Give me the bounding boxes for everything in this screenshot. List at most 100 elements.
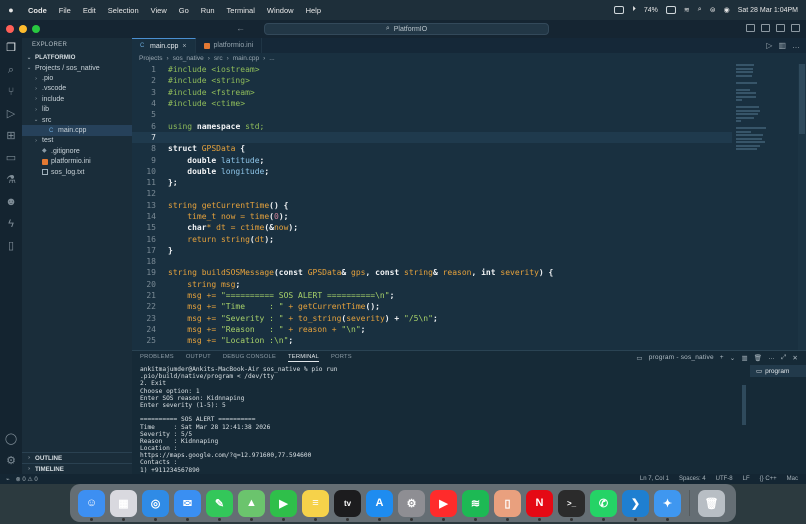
netflix-app-icon[interactable]: N: [526, 489, 553, 521]
code-line[interactable]: 14 time_t now = time(0);: [132, 211, 732, 222]
system-settings-app-icon[interactable]: ⚙: [398, 489, 425, 521]
code-line[interactable]: 25 msg += "Location :\n";: [132, 335, 732, 346]
tree-item[interactable]: › lib: [22, 105, 132, 115]
code-line[interactable]: 13 string getCurrentTime() {: [132, 200, 732, 211]
siri-icon[interactable]: ◉: [724, 6, 730, 14]
whatsapp-app-icon[interactable]: ✆: [590, 489, 617, 521]
tree-item[interactable]: › .vscode: [22, 84, 132, 94]
code-line[interactable]: 9 double latitude;: [132, 154, 732, 165]
bolt-icon[interactable]: ϟ: [5, 218, 18, 231]
code-line[interactable]: 12: [132, 188, 732, 199]
code-line[interactable]: 17}: [132, 245, 732, 256]
code-line[interactable]: 24 msg += "Reason : " + reason + "\n";: [132, 324, 732, 335]
code-line[interactable]: 2 #include <string>: [132, 75, 732, 86]
code-line[interactable]: 6 using namespace std;: [132, 120, 732, 131]
breadcrumb-item[interactable]: ...: [269, 55, 274, 62]
code-line[interactable]: 8 struct GPSData {: [132, 143, 732, 154]
account-icon[interactable]: ◯: [5, 433, 18, 446]
minimap[interactable]: [736, 64, 766, 150]
mail-app-icon[interactable]: ✉: [174, 489, 201, 521]
battery-icon[interactable]: [665, 6, 676, 14]
menu-item-code[interactable]: Code: [22, 6, 53, 15]
run-debug-icon[interactable]: ▷: [5, 108, 18, 121]
wifi-icon[interactable]: ≋: [684, 6, 690, 14]
problems-count[interactable]: ⊗ 0 ⚠ 0: [16, 476, 38, 483]
code-line[interactable]: 1 #include <iostream>: [132, 64, 732, 75]
control-center-icon[interactable]: ⊜: [710, 6, 716, 14]
spotify-app-icon[interactable]: ≋: [462, 489, 489, 521]
tree-item[interactable]: Cmain.cpp: [22, 125, 132, 136]
chevron-down-icon[interactable]: ⌄: [730, 354, 736, 362]
code-line[interactable]: 3 #include <fstream>: [132, 87, 732, 98]
search-icon[interactable]: ⌕: [5, 64, 18, 77]
trash-icon[interactable]: 🗑: [754, 354, 762, 362]
editor-scrollbar[interactable]: [798, 64, 806, 350]
terminal-scrollbar[interactable]: [742, 365, 746, 465]
status-item[interactable]: UTF-8: [716, 476, 733, 482]
code-line[interactable]: 21 msg += "========== SOS ALERT ========…: [132, 290, 732, 301]
play-icon[interactable]: ⏵: [632, 6, 636, 14]
menu-item-file[interactable]: File: [53, 6, 77, 15]
code-line[interactable]: 16 return string(dt);: [132, 233, 732, 244]
close-icon[interactable]: ✕: [792, 354, 798, 362]
more-actions-icon[interactable]: …: [792, 41, 800, 50]
terminal-name[interactable]: program - sos_native: [649, 354, 714, 361]
notes-app-icon[interactable]: ≡: [302, 489, 329, 521]
menu-item-run[interactable]: Run: [195, 6, 221, 15]
code-editor[interactable]: 1 #include <iostream> 2 #include <string> 3 #…: [132, 64, 732, 346]
close-icon[interactable]: ×: [182, 43, 186, 50]
terminal-list-item[interactable]: ▭ program: [750, 365, 806, 377]
tab-platformio-ini[interactable]: platformio.ini: [196, 38, 263, 53]
menu-item-help[interactable]: Help: [300, 6, 327, 15]
panel-tab-ports[interactable]: PORTS: [331, 354, 352, 362]
tv-app-icon[interactable]: tv: [334, 489, 361, 521]
split-editor-icon[interactable]: ▥: [778, 41, 786, 50]
customize-layout-icon[interactable]: [791, 24, 800, 32]
menu-item-edit[interactable]: Edit: [77, 6, 102, 15]
code-line[interactable]: 7: [132, 131, 732, 144]
code-line[interactable]: 5: [132, 109, 732, 120]
finder-app-icon[interactable]: ☺: [78, 489, 105, 521]
testing-icon[interactable]: ⚗: [5, 174, 18, 187]
toggle-sidebar-icon[interactable]: [746, 24, 755, 32]
status-item[interactable]: Mac: [787, 476, 798, 482]
terminal-output[interactable]: ankitmajumder@Ankits-MacBook-Air sos_nat…: [140, 366, 740, 481]
messages-app-icon[interactable]: ✎: [206, 489, 233, 521]
tree-item[interactable]: ◆ .gitignore: [22, 146, 132, 156]
tree-item[interactable]: › include: [22, 94, 132, 104]
facetime-app-icon[interactable]: ▶: [270, 489, 297, 521]
minimize-window-button[interactable]: [19, 25, 27, 33]
breadcrumb-item[interactable]: main.cpp: [233, 55, 259, 62]
tree-item[interactable]: › test: [22, 136, 132, 146]
more-actions-icon[interactable]: …: [768, 354, 775, 361]
status-item[interactable]: Ln 7, Col 1: [640, 476, 669, 482]
tree-item[interactable]: ⌄ src: [22, 115, 132, 125]
scrollbar-thumb[interactable]: [799, 64, 805, 134]
code-line[interactable]: 10 double longitude;: [132, 166, 732, 177]
battery-percent[interactable]: 74%: [644, 7, 658, 14]
panel-tab-terminal[interactable]: TERMINAL: [288, 354, 319, 362]
extensions-icon[interactable]: ⊞: [5, 130, 18, 143]
breadcrumb-item[interactable]: sos_native: [173, 55, 204, 62]
remote-indicator-icon[interactable]: ⌁: [6, 476, 10, 483]
menu-item-go[interactable]: Go: [173, 6, 195, 15]
code-line[interactable]: 23 msg += "Severity : " + to_string(seve…: [132, 313, 732, 324]
status-item[interactable]: Spaces: 4: [679, 476, 706, 482]
tree-item[interactable]: ⌄ Projects / sos_native: [22, 63, 132, 73]
tree-item[interactable]: platformio.ini: [22, 157, 132, 167]
run-icon[interactable]: ▷: [766, 41, 772, 50]
scrollbar-thumb[interactable]: [742, 385, 746, 425]
code-line[interactable]: 11};: [132, 177, 732, 188]
breadcrumb-item[interactable]: Projects: [139, 55, 162, 62]
menu-item-selection[interactable]: Selection: [102, 6, 145, 15]
menu-item-window[interactable]: Window: [261, 6, 300, 15]
workspace-root[interactable]: ⌄ PLATFORMIO: [22, 52, 132, 63]
code-line[interactable]: 20 string msg;: [132, 279, 732, 290]
remote-explorer-icon[interactable]: ▭: [5, 152, 18, 165]
split-terminal-icon[interactable]: ▥: [741, 354, 747, 362]
status-item[interactable]: {} C++: [760, 476, 777, 482]
vscode-app-icon[interactable]: ❯: [622, 489, 649, 521]
status-item[interactable]: LF: [743, 476, 750, 482]
source-control-icon[interactable]: ⑂: [5, 86, 18, 99]
command-center[interactable]: ⌕ PlatformIO: [264, 23, 549, 35]
